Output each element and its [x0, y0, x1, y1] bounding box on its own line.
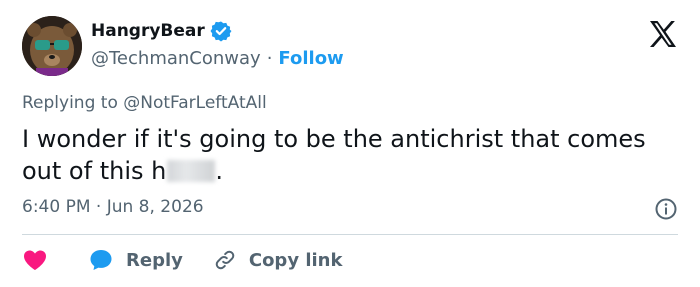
- reply-mention[interactable]: @NotFarLeftAtAll: [123, 93, 266, 113]
- like-button[interactable]: [22, 248, 48, 272]
- tweet-date: Jun 8, 2026: [106, 197, 204, 217]
- action-bar: Reply Copy link: [22, 246, 372, 274]
- tweet-text: I wonder if it's going to be the antichr…: [22, 123, 672, 187]
- x-logo-icon[interactable]: [648, 20, 678, 48]
- replying-to: Replying to @NotFarLeftAtAll: [22, 93, 267, 113]
- info-icon[interactable]: [654, 197, 678, 221]
- heart-icon: [22, 248, 48, 272]
- copy-link-button[interactable]: Copy link: [213, 248, 343, 272]
- avatar[interactable]: [22, 16, 82, 76]
- censored-word: [167, 160, 216, 182]
- link-icon: [213, 248, 237, 272]
- user-handle[interactable]: @TechmanConway: [91, 48, 261, 69]
- tweet-card: HangryBear @TechmanConway · Follow Reply…: [0, 0, 700, 287]
- divider: [22, 234, 678, 235]
- tweet-text-main: I wonder if it's going to be the antichr…: [22, 125, 646, 185]
- tweet-timestamp[interactable]: 6:40 PM · Jun 8, 2026: [22, 197, 204, 217]
- meta-separator: ·: [95, 197, 102, 217]
- tweet-time: 6:40 PM: [22, 197, 91, 217]
- separator-dot: ·: [266, 48, 273, 69]
- name-row: HangryBear: [91, 20, 232, 42]
- copy-link-label: Copy link: [248, 249, 343, 271]
- reply-bubble-icon: [88, 248, 114, 272]
- replying-prefix: Replying to: [22, 93, 118, 113]
- verified-badge-icon: [210, 20, 232, 42]
- reply-button[interactable]: Reply: [88, 248, 183, 272]
- reply-label: Reply: [126, 249, 183, 271]
- follow-button[interactable]: Follow: [278, 48, 343, 69]
- tweet-text-end: .: [215, 157, 223, 185]
- handle-row: @TechmanConway · Follow: [91, 48, 344, 69]
- display-name[interactable]: HangryBear: [91, 21, 205, 41]
